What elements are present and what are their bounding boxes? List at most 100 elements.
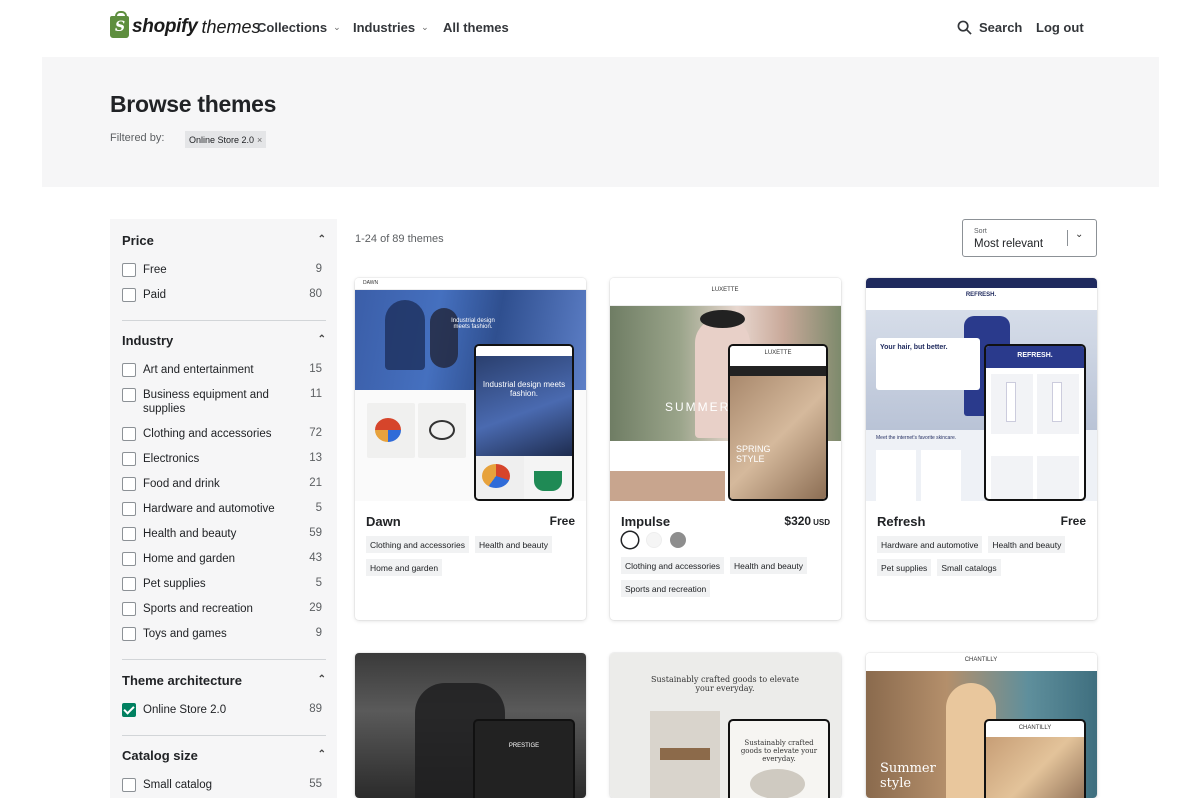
filter-section-price[interactable]: Price ⌃ bbox=[122, 233, 326, 248]
checkbox[interactable] bbox=[122, 363, 136, 377]
phone-mockup: CHANTILLY bbox=[984, 719, 1086, 798]
preview-brand: LUXETTE bbox=[711, 287, 739, 293]
filter-sidebar: Price ⌃ Free 9 Paid 80 Industry ⌃ Art an… bbox=[110, 219, 337, 798]
active-filter-chip[interactable]: Online Store 2.0 × bbox=[185, 131, 267, 148]
filter-section-industry[interactable]: Industry ⌃ bbox=[122, 333, 326, 348]
checkbox[interactable] bbox=[122, 552, 136, 566]
option-label: Hardware and automotive bbox=[143, 503, 275, 515]
industry-tag[interactable]: Clothing and accessories bbox=[621, 557, 724, 574]
option-count: 59 bbox=[309, 527, 322, 539]
search-button[interactable]: Search bbox=[957, 20, 1022, 35]
checkbox[interactable] bbox=[122, 288, 136, 302]
nav-all-themes[interactable]: All themes bbox=[443, 20, 509, 35]
checkbox[interactable] bbox=[122, 577, 136, 591]
search-label: Search bbox=[979, 20, 1023, 35]
theme-card-impulse[interactable]: LUXETTE SUMMER LUXETTE SPRING STYLE Impu… bbox=[610, 278, 841, 620]
option-label: Online Store 2.0 bbox=[143, 704, 227, 716]
theme-card-refresh[interactable]: REFRESH. Your hair, but better. Meet the… bbox=[866, 278, 1097, 620]
nav-industries-label: Industries bbox=[353, 20, 416, 35]
checkbox[interactable] bbox=[122, 388, 136, 402]
industry-tag[interactable]: Hardware and automotive bbox=[877, 536, 983, 553]
checkbox[interactable] bbox=[122, 502, 136, 516]
theme-preview-image: LUXETTE SUMMER LUXETTE SPRING STYLE bbox=[610, 278, 841, 501]
sort-label: Sort bbox=[974, 228, 987, 235]
theme-preview-image: CHANTILLY Summer style CHANTILLY bbox=[866, 653, 1097, 798]
checkbox[interactable] bbox=[122, 602, 136, 616]
sort-value: Most relevant bbox=[974, 238, 1044, 250]
nav-collections[interactable]: Collections ⌄ bbox=[257, 20, 341, 35]
preview-headline: Industrial design meets fashion. bbox=[451, 318, 495, 330]
theme-card-prestige[interactable]: PRESTIGE bbox=[355, 653, 586, 798]
option-count: 55 bbox=[309, 778, 322, 790]
shopify-themes-logo[interactable]: S shopify themes bbox=[110, 11, 261, 38]
option-count: 9 bbox=[315, 627, 322, 639]
theme-card-crave[interactable]: Sustainably crafted goods to elevate you… bbox=[610, 653, 841, 798]
section-divider bbox=[122, 735, 326, 736]
checkbox-checked[interactable] bbox=[122, 703, 136, 717]
theme-name[interactable]: Impulse bbox=[621, 514, 670, 529]
option-count: 9 bbox=[315, 263, 322, 275]
select-divider bbox=[1067, 230, 1068, 246]
chevron-down-icon: ⌄ bbox=[333, 22, 341, 32]
logout-label: Log out bbox=[1036, 20, 1084, 35]
results-count: 1-24 of 89 themes bbox=[355, 233, 444, 245]
phone-brand: CHANTILLY bbox=[1018, 725, 1052, 731]
price-value: Free bbox=[549, 514, 575, 528]
theme-card-chantilly[interactable]: CHANTILLY Summer style CHANTILLY bbox=[866, 653, 1097, 798]
checkbox[interactable] bbox=[122, 263, 136, 277]
page-title: Browse themes bbox=[110, 91, 277, 117]
industry-tag[interactable]: Clothing and accessories bbox=[366, 536, 469, 553]
checkbox[interactable] bbox=[122, 452, 136, 466]
industry-tag[interactable]: Health and beauty bbox=[729, 557, 807, 574]
option-count: 15 bbox=[309, 363, 322, 375]
chevron-up-icon: ⌃ bbox=[317, 749, 326, 760]
theme-preview-image: Sustainably crafted goods to elevate you… bbox=[610, 653, 841, 798]
option-label: Free bbox=[143, 264, 167, 276]
swatch-gray[interactable] bbox=[670, 532, 686, 548]
logo-themes-word: themes bbox=[201, 16, 261, 37]
industry-tag[interactable]: Sports and recreation bbox=[621, 580, 711, 597]
filter-section-theme-architecture[interactable]: Theme architecture ⌃ bbox=[122, 673, 326, 688]
nav-industries[interactable]: Industries ⌄ bbox=[353, 20, 429, 35]
swatch-white-selected[interactable] bbox=[622, 532, 638, 548]
checkbox[interactable] bbox=[122, 477, 136, 491]
logout-link[interactable]: Log out bbox=[1036, 20, 1084, 35]
industry-tag[interactable]: Health and beauty bbox=[474, 536, 552, 553]
option-label: Pet supplies bbox=[143, 578, 206, 590]
chevron-up-icon: ⌃ bbox=[317, 674, 326, 685]
theme-tags: Clothing and accessories Health and beau… bbox=[366, 536, 578, 576]
price-currency: USD bbox=[813, 518, 830, 527]
filter-section-catalog-size[interactable]: Catalog size ⌃ bbox=[122, 748, 326, 763]
browse-hero: Browse themes Filtered by: Online Store … bbox=[42, 57, 1159, 187]
checkbox[interactable] bbox=[122, 778, 136, 792]
phone-mockup: REFRESH. bbox=[984, 344, 1086, 501]
option-count: 72 bbox=[309, 427, 322, 439]
active-filter-label: Online Store 2.0 bbox=[189, 134, 255, 145]
price-value: Free bbox=[1060, 514, 1086, 528]
swatch-light[interactable] bbox=[646, 532, 662, 548]
option-count: 29 bbox=[309, 602, 322, 614]
theme-price: $320 USD bbox=[784, 514, 830, 528]
industry-tag[interactable]: Pet supplies bbox=[877, 559, 932, 576]
theme-name[interactable]: Refresh bbox=[877, 514, 925, 529]
theme-price: Free bbox=[1061, 514, 1086, 528]
industry-tag[interactable]: Small catalogs bbox=[937, 559, 1001, 576]
industry-tag[interactable]: Health and beauty bbox=[988, 536, 1066, 553]
checkbox[interactable] bbox=[122, 627, 136, 641]
theme-preview-image: DAWN Industrial design meets fashion. In… bbox=[355, 278, 586, 501]
preview-brand: REFRESH. bbox=[965, 292, 997, 298]
section-divider bbox=[122, 320, 326, 321]
theme-name[interactable]: Dawn bbox=[366, 514, 401, 529]
chevron-down-icon: ⌄ bbox=[1075, 229, 1084, 240]
close-icon[interactable]: × bbox=[257, 135, 262, 145]
shopify-bag-icon: S bbox=[110, 11, 129, 38]
phone-headline: SPRING STYLE bbox=[736, 444, 771, 464]
checkbox[interactable] bbox=[122, 427, 136, 441]
theme-card-dawn[interactable]: DAWN Industrial design meets fashion. In… bbox=[355, 278, 586, 620]
preview-brand: DAWN bbox=[363, 280, 379, 286]
checkbox[interactable] bbox=[122, 527, 136, 541]
preview-headline: Sustainably crafted goods to elevate you… bbox=[651, 675, 799, 693]
chevron-up-icon: ⌃ bbox=[317, 234, 326, 245]
sort-select[interactable]: Sort Most relevant ⌄ bbox=[962, 219, 1097, 257]
industry-tag[interactable]: Home and garden bbox=[366, 559, 443, 576]
